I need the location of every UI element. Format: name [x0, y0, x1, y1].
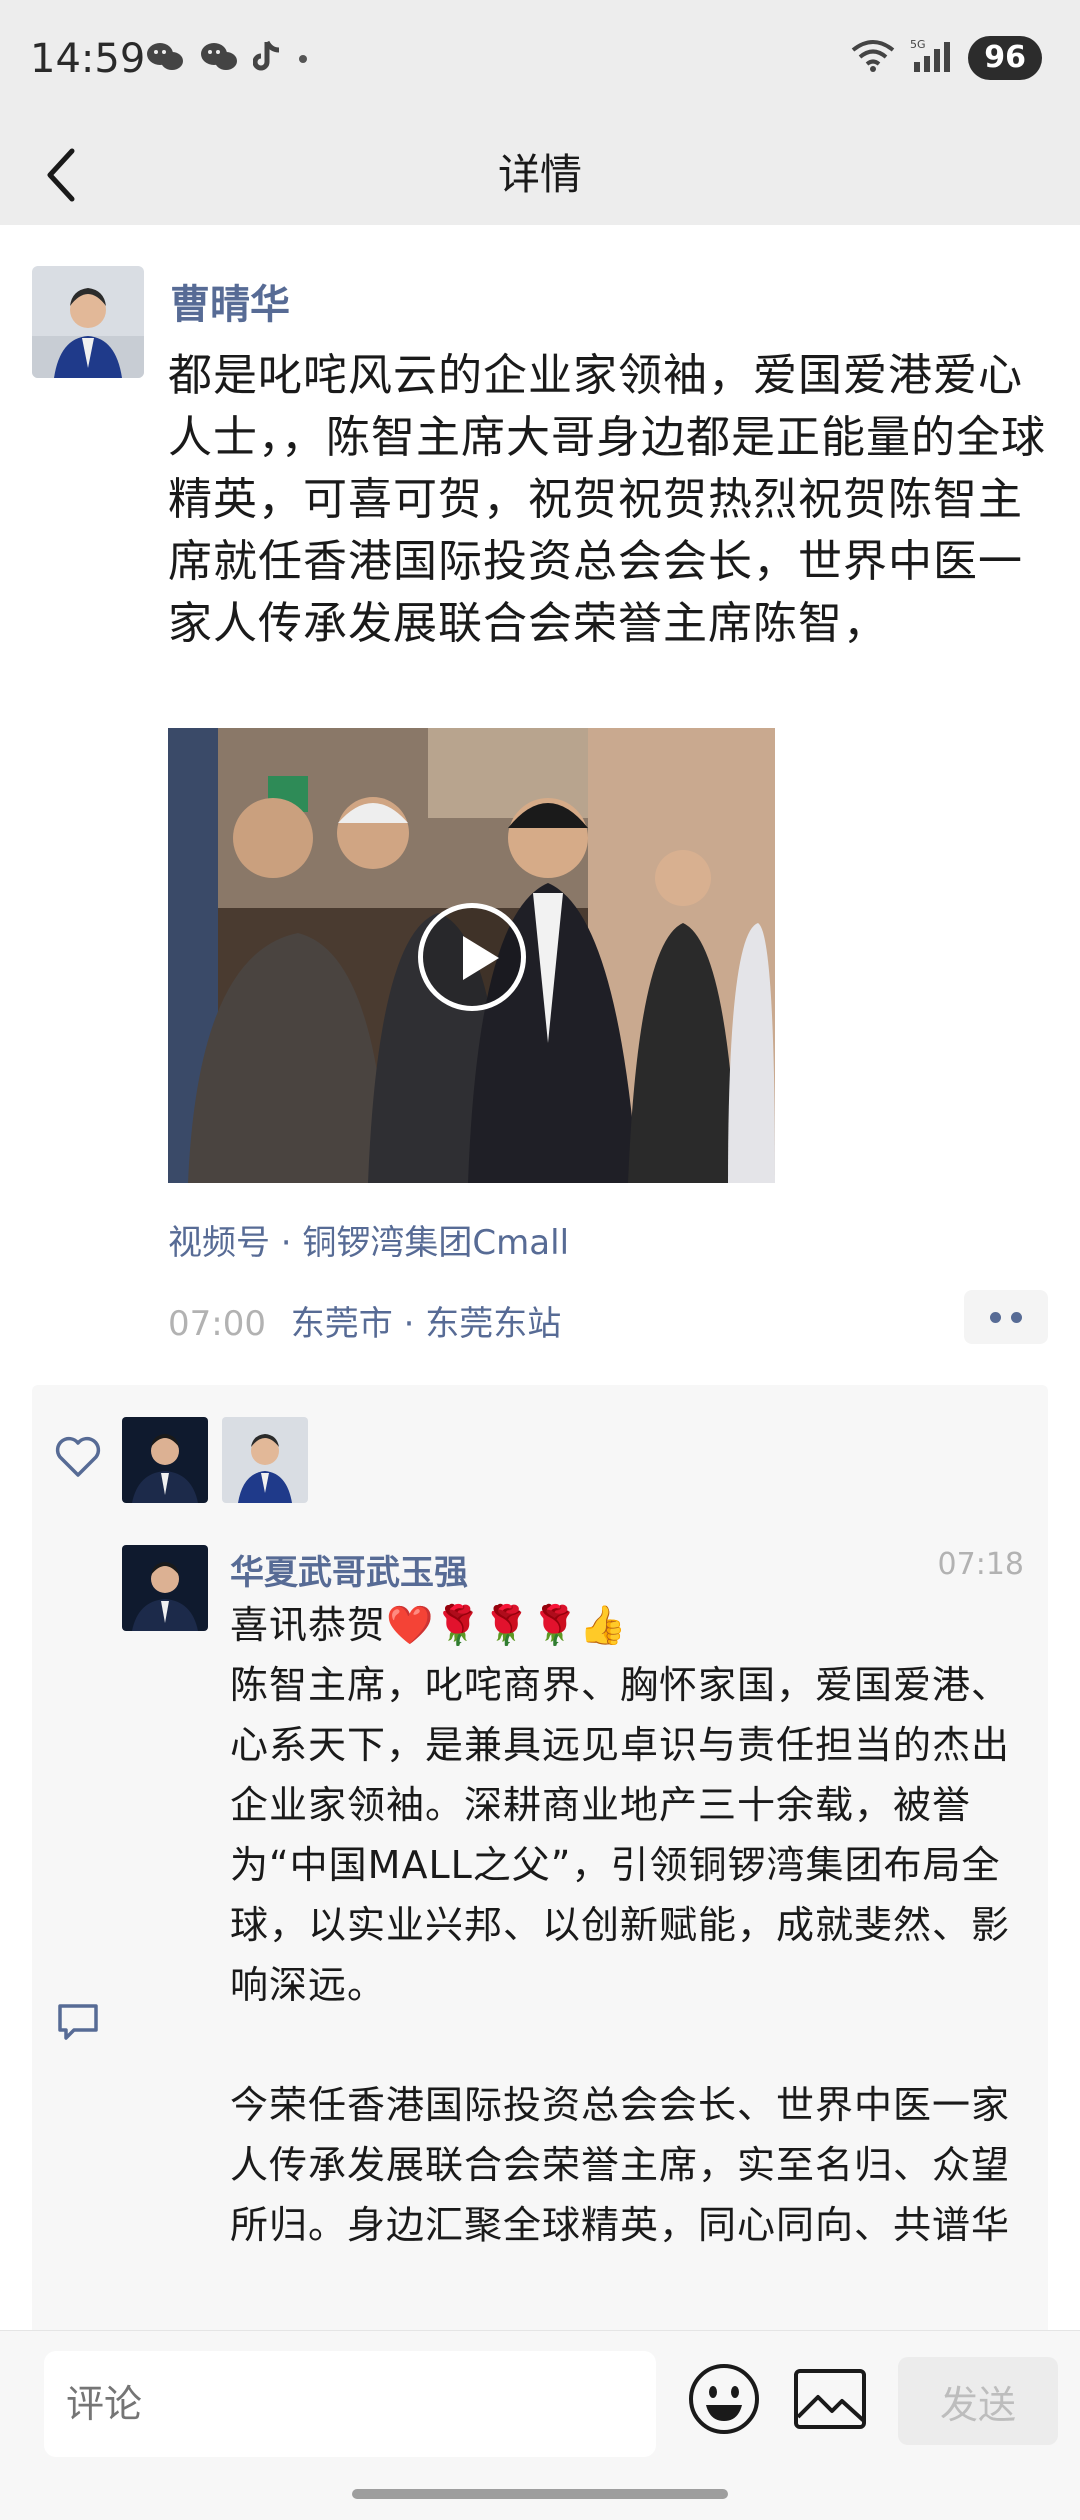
- play-button[interactable]: [418, 903, 526, 1011]
- video-thumbnail[interactable]: [168, 728, 775, 1183]
- status-right: 5G 96: [850, 36, 1042, 80]
- author-avatar[interactable]: [32, 266, 144, 378]
- wechat-icon: [145, 40, 185, 78]
- post-author-name[interactable]: 曹晴华: [170, 272, 290, 330]
- status-bar: 14:59 5G 96: [0, 0, 1080, 125]
- emoji-button[interactable]: [686, 2361, 762, 2437]
- more-dot-icon: [990, 1311, 1001, 1323]
- more-dot-icon: [1011, 1311, 1022, 1323]
- battery-indicator: 96: [968, 36, 1042, 80]
- wifi-icon: [850, 38, 896, 78]
- cell-signal-icon: 5G: [910, 38, 954, 78]
- interaction-panel: 华夏武哥武玉强 07:18 喜讯恭贺❤️🌹🌹🌹👍 陈智主席，叱咤商界、胸怀家国，…: [32, 1385, 1048, 2335]
- comment-time: 07:18: [937, 1547, 1024, 1582]
- tiktok-icon: [252, 40, 283, 78]
- notification-icons: [145, 40, 309, 78]
- comment-input[interactable]: [44, 2351, 656, 2457]
- nav-bar: 详情: [0, 125, 1080, 225]
- video-channel-link[interactable]: 视频号 · 铜锣湾集团Cmall: [168, 1215, 569, 1264]
- page-title: 详情: [497, 150, 582, 199]
- more-actions-button[interactable]: [964, 1290, 1048, 1344]
- image-button[interactable]: [792, 2365, 868, 2433]
- home-indicator[interactable]: [352, 2489, 728, 2499]
- liker-avatar[interactable]: [222, 1417, 308, 1503]
- heart-icon: [54, 1435, 102, 1479]
- svg-text:5G: 5G: [910, 38, 926, 51]
- comment-paragraph: 陈智主席，叱咤商界、胸怀家国，爱国爱港、心系天下，是兼具远见卓识与责任担当的杰出…: [230, 1663, 1011, 2007]
- post-text: 都是叱咤风云的企业家领袖，爱国爱港爱心人士，，陈智主席大哥身边都是正能量的全球精…: [168, 350, 1046, 649]
- image-icon: [794, 2369, 866, 2429]
- post-meta: 07:00 东莞市 · 东莞东站: [168, 1296, 561, 1345]
- commenter-avatar[interactable]: [122, 1545, 208, 1631]
- liker-avatar[interactable]: [122, 1417, 208, 1503]
- comment-bar: 发送: [0, 2330, 1080, 2520]
- comment-author-name[interactable]: 华夏武哥武玉强: [230, 1545, 468, 1594]
- post-time: 07:00: [168, 1304, 266, 1344]
- dot-icon: [297, 50, 309, 69]
- post-location[interactable]: 东莞市 · 东莞东站: [291, 1304, 561, 1344]
- status-time: 14:59: [30, 36, 146, 82]
- comment-icon: [54, 2000, 102, 2044]
- comment-paragraph: 今荣任香港国际投资总会会长、世界中医一家人传承发展联合会荣誉主席，实至名归、众望…: [230, 2083, 1011, 2247]
- send-button[interactable]: 发送: [898, 2357, 1058, 2445]
- wechat-icon: [199, 40, 239, 78]
- emoji-icon: [689, 2364, 759, 2434]
- comment-paragraph: 喜讯恭贺❤️🌹🌹🌹👍: [230, 1603, 628, 1647]
- comment-text[interactable]: 喜讯恭贺❤️🌹🌹🌹👍 陈智主席，叱咤商界、胸怀家国，爱国爱港、心系天下，是兼具远…: [230, 1595, 1030, 2255]
